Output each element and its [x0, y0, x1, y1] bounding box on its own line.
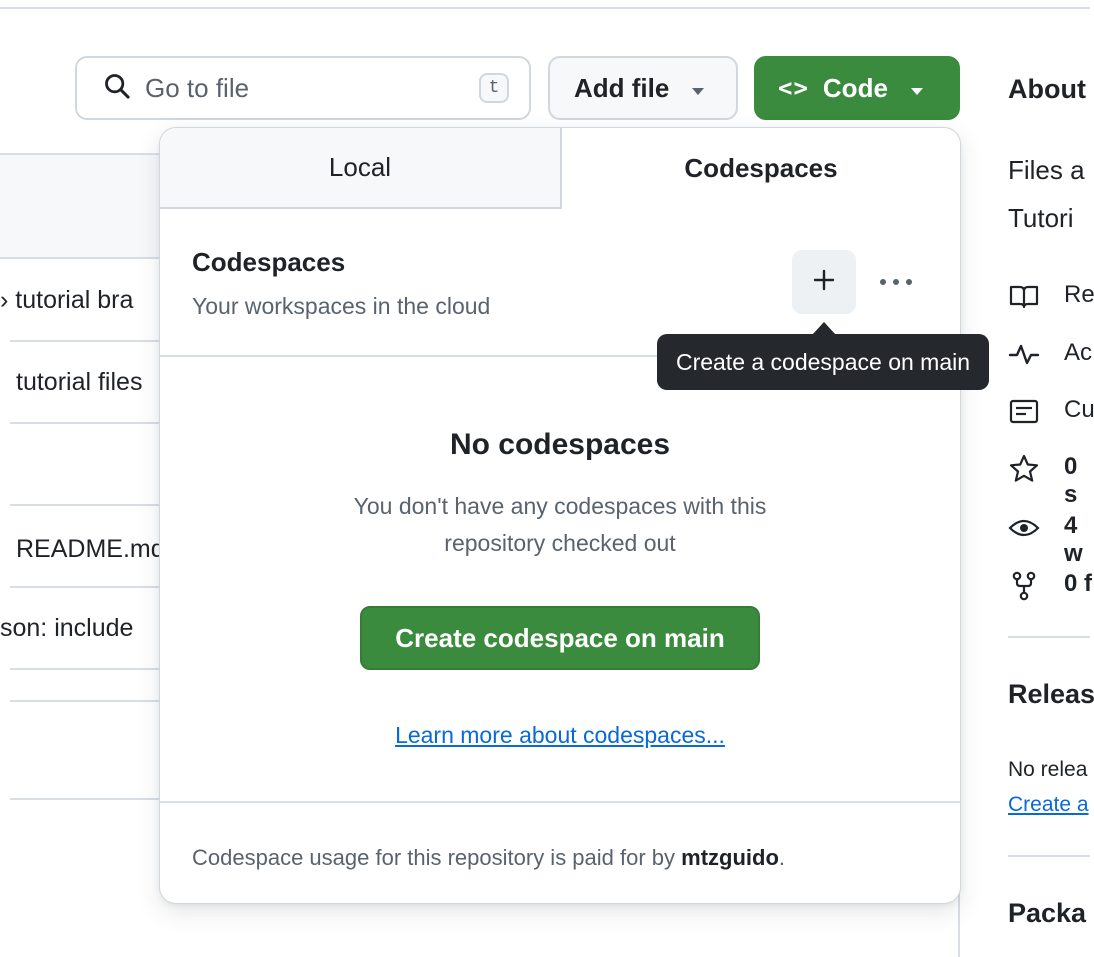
add-file-label: Add file	[574, 72, 670, 103]
file-list-header	[0, 153, 170, 259]
watchers-count[interactable]: 4 w	[1064, 512, 1094, 568]
row-divider	[10, 504, 170, 506]
billing-note-suffix: .	[778, 845, 786, 870]
keyboard-shortcut-hint: t	[479, 73, 509, 103]
billing-note: Codespace usage for this repository is p…	[192, 845, 785, 871]
code-brackets-icon: <>	[778, 74, 809, 102]
add-file-button[interactable]: Add file	[548, 56, 738, 120]
row-divider	[10, 340, 170, 342]
file-row-message[interactable]: README.md	[16, 535, 176, 564]
plus-icon	[812, 268, 836, 297]
create-codespace-button[interactable]: Create codespace on main	[360, 606, 760, 670]
stars-count[interactable]: 0 s	[1064, 453, 1094, 509]
github-repo-page: Go to file t Add file <> Code › tutorial…	[0, 0, 1094, 957]
about-description-line: Tutori	[1008, 203, 1074, 233]
row-divider	[10, 700, 170, 702]
chevron-down-icon	[691, 73, 705, 104]
releases-heading[interactable]: Releas	[1008, 679, 1094, 710]
row-divider	[10, 586, 170, 588]
go-to-file-search[interactable]: Go to file t	[75, 56, 531, 120]
new-codespace-button[interactable]	[792, 250, 856, 314]
popover-tabs: Local Codespaces	[160, 128, 960, 209]
forks-count[interactable]: 0 f	[1064, 570, 1092, 598]
eye-icon	[1008, 512, 1040, 544]
learn-more-link[interactable]: Learn more about codespaces...	[160, 722, 960, 749]
popover-footer: Codespace usage for this repository is p…	[160, 801, 960, 903]
tab-local[interactable]: Local	[160, 128, 562, 209]
activity-link[interactable]: Ac	[1064, 339, 1092, 367]
readme-link[interactable]: Re	[1064, 281, 1094, 309]
packages-heading[interactable]: Packa	[1008, 898, 1086, 929]
about-description-line: Files a	[1008, 155, 1085, 185]
top-divider	[0, 7, 1090, 9]
codespaces-section-title: Codespaces	[192, 247, 346, 277]
create-release-link[interactable]: Create a	[1008, 793, 1089, 817]
sidebar-divider	[1008, 855, 1090, 857]
book-icon	[1008, 280, 1040, 312]
repo-forked-icon	[1008, 570, 1040, 602]
star-icon	[1008, 453, 1040, 485]
file-row-message[interactable]: › tutorial bra	[0, 286, 160, 315]
empty-state-title: No codespaces	[449, 428, 671, 461]
codespaces-section-subtitle: Your workspaces in the cloud	[192, 293, 491, 319]
new-codespace-tooltip: Create a codespace on main	[657, 334, 989, 390]
search-placeholder: Go to file	[145, 72, 250, 103]
row-divider	[10, 798, 170, 800]
custom-properties-link[interactable]: Cu	[1064, 396, 1094, 424]
sidebar-divider	[1008, 636, 1090, 638]
file-row-message[interactable]: tutorial files	[16, 368, 176, 397]
kebab-horizontal-icon	[879, 273, 913, 291]
file-row-message[interactable]: son: include	[0, 614, 160, 643]
row-divider	[10, 422, 170, 424]
empty-state-description: You don't have any codespaces with this …	[353, 493, 767, 556]
chevron-down-icon	[910, 73, 924, 104]
about-heading: About	[1008, 74, 1086, 104]
search-icon	[103, 72, 131, 105]
billing-owner: mtzguido	[681, 845, 779, 870]
note-icon	[1008, 395, 1040, 427]
code-button[interactable]: <> Code	[754, 56, 960, 120]
row-divider	[10, 668, 170, 670]
code-dropdown-popover: Local Codespaces Codespaces Your workspa…	[160, 128, 960, 903]
more-options-button[interactable]	[866, 250, 926, 314]
releases-empty-text: No relea	[1008, 758, 1088, 781]
billing-note-prefix: Codespace usage for this repository is p…	[192, 845, 682, 870]
pulse-icon	[1008, 338, 1040, 370]
tab-codespaces[interactable]: Codespaces	[562, 128, 960, 209]
code-label: Code	[822, 72, 888, 103]
